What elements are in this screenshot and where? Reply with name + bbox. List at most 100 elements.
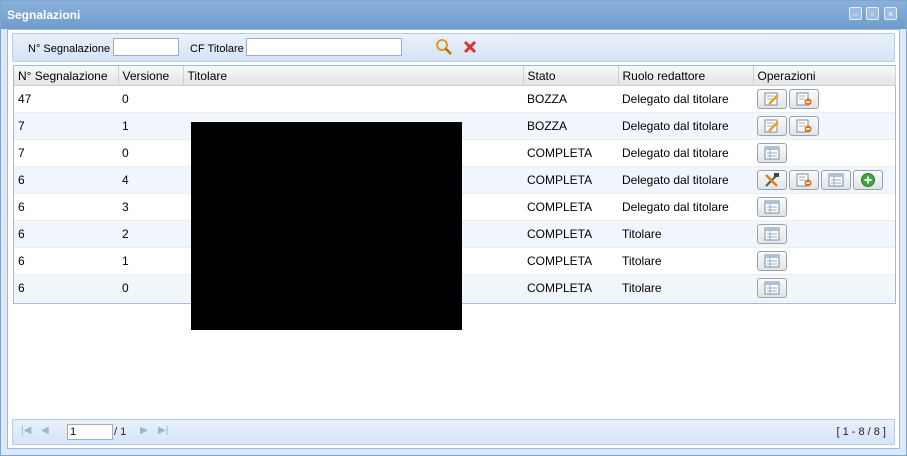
cell-ruolo: Titolare xyxy=(618,220,753,248)
window-title: Segnalazioni xyxy=(7,8,81,22)
operations-group xyxy=(757,224,891,244)
paging-toolbar: |◀ ◀ / 1 ▶ ▶| [ 1 - 8 / 8 ] xyxy=(12,419,895,445)
operations-group xyxy=(757,170,891,190)
delete-button[interactable] xyxy=(789,89,819,109)
operations-group xyxy=(757,116,891,136)
cf-titolare-label: CF Titolare xyxy=(190,43,244,55)
cell-ruolo: Delegato dal titolare xyxy=(618,112,753,140)
cell-versione: 1 xyxy=(118,112,183,140)
segnalazioni-grid: N° Segnalazione Versione Titolare Stato … xyxy=(13,65,896,330)
cell-ruolo: Delegato dal titolare xyxy=(618,193,753,221)
redacted-titolare-block xyxy=(191,122,462,330)
delete-icon xyxy=(796,92,812,106)
col-header-stato[interactable]: Stato xyxy=(523,66,619,86)
window-titlebar[interactable]: Segnalazioni – ▫ × xyxy=(1,1,906,29)
window-body: N° Segnalazione CF Titolare N° Segnalazi… xyxy=(7,29,900,449)
view-detail-icon xyxy=(764,200,780,214)
edit-button[interactable] xyxy=(757,116,787,136)
cell-stato: COMPLETA xyxy=(523,247,618,275)
cell-stato: BOZZA xyxy=(523,85,618,113)
view-detail-icon xyxy=(764,281,780,295)
delete-icon xyxy=(796,119,812,133)
cell-stato: COMPLETA xyxy=(523,139,618,167)
page-number-input[interactable] xyxy=(67,424,113,440)
cell-operazioni xyxy=(753,193,895,221)
cell-operazioni xyxy=(753,166,895,194)
col-header-ruolo[interactable]: Ruolo redattore xyxy=(618,66,754,86)
view-button[interactable] xyxy=(757,197,787,217)
operations-group xyxy=(757,197,891,217)
records-range-text: [ 1 - 8 / 8 ] xyxy=(836,426,886,438)
edit-icon xyxy=(764,119,780,133)
num-segnalazione-label: N° Segnalazione xyxy=(28,43,111,55)
minimize-icon[interactable]: – xyxy=(849,7,862,20)
view-button[interactable] xyxy=(757,278,787,298)
cell-versione: 3 xyxy=(118,193,183,221)
cell-versione: 0 xyxy=(118,139,183,167)
total-pages-text: / 1 xyxy=(114,426,127,438)
view-button[interactable] xyxy=(757,251,787,271)
cell-stato: COMPLETA xyxy=(523,166,618,194)
cell-operazioni xyxy=(753,139,895,167)
cell-versione: 1 xyxy=(118,247,183,275)
col-header-versione[interactable]: Versione xyxy=(118,66,184,86)
view-detail-icon xyxy=(764,146,780,160)
next-page-icon[interactable]: ▶ xyxy=(140,425,148,436)
view-detail-icon xyxy=(764,227,780,241)
clear-filter-icon[interactable] xyxy=(463,40,477,57)
tools-button[interactable] xyxy=(757,170,787,190)
cell-versione: 2 xyxy=(118,220,183,248)
view-button[interactable] xyxy=(757,143,787,163)
cell-ruolo: Delegato dal titolare xyxy=(618,85,753,113)
cell-num: 6 xyxy=(14,247,118,275)
cell-num: 7 xyxy=(14,139,118,167)
cell-operazioni xyxy=(753,112,895,140)
tools-icon xyxy=(764,173,780,187)
edit-button[interactable] xyxy=(757,89,787,109)
cell-versione: 0 xyxy=(118,85,183,113)
maximize-icon[interactable]: ▫ xyxy=(866,7,879,20)
cell-ruolo: Delegato dal titolare xyxy=(618,139,753,167)
col-header-num[interactable]: N° Segnalazione xyxy=(14,66,119,86)
cell-ruolo: Delegato dal titolare xyxy=(618,166,753,194)
cell-versione: 4 xyxy=(118,166,183,194)
view-button[interactable] xyxy=(821,170,851,190)
cell-operazioni xyxy=(753,220,895,248)
delete-button[interactable] xyxy=(789,170,819,190)
close-icon[interactable]: × xyxy=(884,7,897,20)
cell-num: 6 xyxy=(14,274,118,302)
add-version-button[interactable] xyxy=(853,170,883,190)
cf-titolare-input[interactable] xyxy=(246,38,402,56)
cell-stato: BOZZA xyxy=(523,112,618,140)
search-icon[interactable] xyxy=(435,38,453,59)
segnalazioni-window: Segnalazioni – ▫ × N° Segnalazione CF Ti… xyxy=(0,0,907,456)
grid-header-row: N° Segnalazione Versione Titolare Stato … xyxy=(14,66,896,86)
cell-num: 6 xyxy=(14,166,118,194)
cell-versione: 0 xyxy=(118,274,183,302)
filter-toolbar: N° Segnalazione CF Titolare xyxy=(12,33,895,62)
col-header-operazioni[interactable]: Operazioni xyxy=(753,66,896,86)
cell-ruolo: Titolare xyxy=(618,247,753,275)
view-detail-icon xyxy=(764,254,780,268)
num-segnalazione-input[interactable] xyxy=(113,38,179,56)
cell-operazioni xyxy=(753,274,895,302)
delete-button[interactable] xyxy=(789,116,819,136)
col-header-titolare[interactable]: Titolare xyxy=(183,66,524,86)
add-version-icon xyxy=(860,172,876,188)
last-page-icon[interactable]: ▶| xyxy=(158,425,168,436)
cell-num: 6 xyxy=(14,193,118,221)
first-page-icon[interactable]: |◀ xyxy=(21,425,31,436)
edit-icon xyxy=(764,92,780,106)
cell-num: 6 xyxy=(14,220,118,248)
table-row[interactable]: 47 0 BOZZA Delegato dal titolare xyxy=(14,85,895,113)
delete-icon xyxy=(796,173,812,187)
cell-operazioni xyxy=(753,85,895,113)
cell-stato: COMPLETA xyxy=(523,220,618,248)
view-button[interactable] xyxy=(757,224,787,244)
cell-ruolo: Titolare xyxy=(618,274,753,302)
view-detail-icon xyxy=(828,173,844,187)
prev-page-icon[interactable]: ◀ xyxy=(41,425,49,436)
operations-group xyxy=(757,278,891,298)
cell-num: 47 xyxy=(14,85,118,113)
cell-stato: COMPLETA xyxy=(523,274,618,302)
